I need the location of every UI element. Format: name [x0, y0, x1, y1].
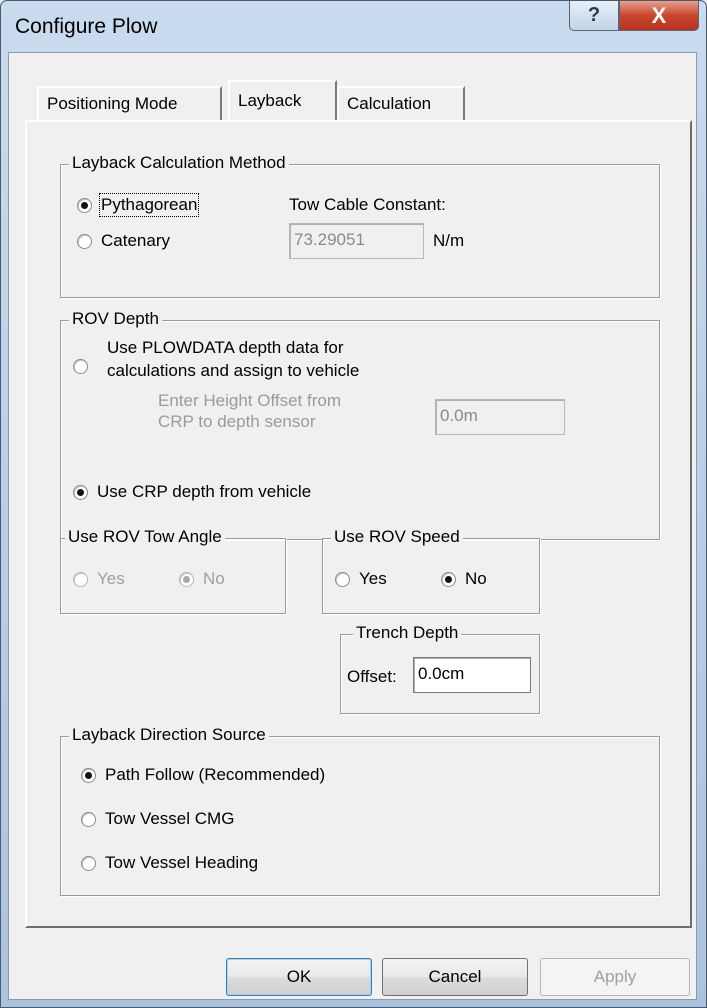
pythagorean-label: Pythagorean	[98, 193, 200, 217]
tab-label: Calculation	[347, 94, 432, 113]
tab-label: Layback	[238, 91, 302, 110]
radio-indicator	[81, 855, 96, 871]
direction-source-group: Layback Direction Source Path Follow (Re…	[60, 725, 660, 896]
apply-button[interactable]: Apply	[540, 958, 690, 996]
rov-speed-no-label: No	[465, 569, 487, 588]
tow-vessel-heading-label: Tow Vessel Heading	[105, 853, 259, 872]
radio-indicator	[335, 571, 350, 587]
path-follow-label: Path Follow (Recommended)	[105, 765, 326, 784]
height-offset-label-line2: CRP to depth sensor	[158, 412, 316, 431]
tow-angle-no-label: No	[203, 569, 225, 588]
trench-depth-legend: Trench Depth	[353, 623, 462, 643]
plowdata-depth-radio[interactable]	[73, 359, 97, 374]
radio-indicator	[81, 811, 96, 827]
help-button[interactable]: ?	[569, 1, 619, 31]
close-button[interactable]: X	[619, 1, 699, 31]
layback-method-group: Layback Calculation Method Pythagorean C…	[60, 153, 660, 298]
plowdata-label-line2: calculations and assign to vehicle	[107, 361, 360, 380]
radio-indicator	[77, 197, 92, 213]
crp-depth-label: Use CRP depth from vehicle	[97, 482, 312, 501]
trench-offset-label: Offset:	[347, 667, 397, 686]
tab-calculation[interactable]: Calculation	[337, 86, 465, 120]
tow-cable-constant-label: Tow Cable Constant:	[289, 195, 446, 214]
rov-speed-legend: Use ROV Speed	[331, 527, 463, 547]
radio-indicator	[73, 359, 88, 374]
rov-speed-group: Use ROV Speed Yes No	[322, 527, 540, 614]
tow-vessel-heading-radio[interactable]: Tow Vessel Heading	[81, 853, 258, 873]
window-title: Configure Plow	[15, 15, 158, 38]
tow-vessel-cmg-label: Tow Vessel CMG	[105, 809, 235, 828]
direction-source-legend: Layback Direction Source	[69, 725, 269, 745]
path-follow-radio[interactable]: Path Follow (Recommended)	[81, 765, 325, 785]
help-icon: ?	[587, 4, 601, 26]
catenary-label: Catenary	[101, 231, 170, 250]
rov-speed-no-radio[interactable]: No	[441, 569, 487, 589]
tow-angle-yes-radio[interactable]: Yes	[73, 569, 125, 589]
tow-vessel-cmg-radio[interactable]: Tow Vessel CMG	[81, 809, 234, 829]
tow-angle-yes-label: Yes	[97, 569, 125, 588]
tow-angle-no-radio[interactable]: No	[179, 569, 225, 589]
radio-indicator	[73, 571, 88, 587]
tab-label: Positioning Mode	[47, 94, 178, 113]
tab-layback[interactable]: Layback	[228, 80, 337, 120]
rov-speed-yes-radio[interactable]: Yes	[335, 569, 387, 589]
radio-indicator	[81, 767, 96, 783]
cancel-button[interactable]: Cancel	[382, 958, 528, 996]
catenary-radio[interactable]: Catenary	[77, 231, 170, 251]
rov-speed-yes-label: Yes	[359, 569, 387, 588]
radio-indicator	[441, 571, 456, 587]
tow-cable-constant-field[interactable]: 73.29051	[289, 223, 424, 259]
plowdata-label-line1: Use PLOWDATA depth data for	[107, 338, 344, 357]
tab-positioning-mode[interactable]: Positioning Mode	[37, 86, 222, 120]
height-offset-field[interactable]: 0.0m	[435, 399, 565, 435]
ok-button[interactable]: OK	[226, 958, 372, 996]
close-icon: X	[651, 2, 667, 28]
radio-indicator	[179, 571, 194, 587]
pythagorean-radio[interactable]: Pythagorean	[77, 193, 200, 217]
title-bar[interactable]: Configure Plow ? X	[1, 1, 706, 51]
rov-depth-group: ROV Depth Use PLOWDATA depth data for ca…	[60, 309, 660, 540]
height-offset-label-line1: Enter Height Offset from	[158, 391, 341, 410]
tow-angle-group: Use ROV Tow Angle Yes No	[60, 527, 286, 614]
layback-method-legend: Layback Calculation Method	[69, 153, 289, 173]
radio-indicator	[73, 484, 88, 500]
radio-indicator	[77, 233, 92, 249]
rov-depth-legend: ROV Depth	[69, 309, 162, 329]
tab-panel-layback: Layback Calculation Method Pythagorean C…	[25, 120, 692, 928]
tow-angle-legend: Use ROV Tow Angle	[65, 527, 225, 547]
trench-depth-group: Trench Depth Offset: 0.0cm	[340, 623, 540, 714]
trench-offset-field[interactable]: 0.0cm	[413, 657, 531, 693]
crp-depth-radio[interactable]: Use CRP depth from vehicle	[73, 482, 311, 502]
tow-cable-unit: N/m	[433, 231, 465, 250]
